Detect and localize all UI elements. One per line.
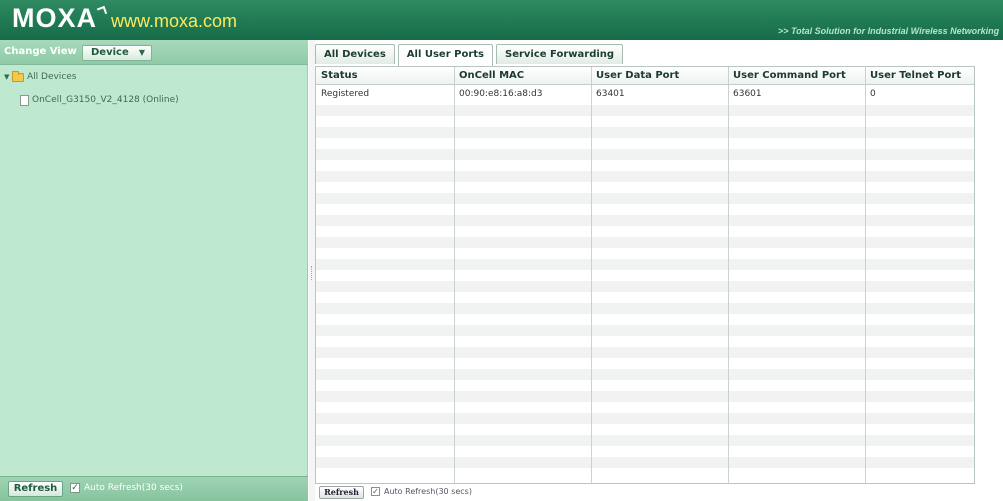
logo-text: MOXA [12,3,97,33]
tree-expand-icon[interactable]: ▼ [4,73,12,81]
row-stripe [316,435,974,446]
tree-item-device[interactable]: OnCell_G3150_V2_4128 (Online) [20,93,179,107]
column-header-user-telnet-port[interactable]: User Telnet Port [865,67,974,85]
change-view-bar: Change View Device ▼ [0,40,308,65]
row-stripe [316,413,974,424]
cell-oncell-mac: 00:90:e8:16:a8:d3 [459,89,543,99]
refresh-button[interactable]: Refresh [8,481,63,497]
tab-all-devices[interactable]: All Devices [315,44,395,64]
row-stripe [316,105,974,116]
grid-refresh-button[interactable]: Refresh [319,486,364,499]
cell-status: Registered [321,89,370,99]
column-divider [591,67,592,483]
cell-user-data-port: 63401 [596,89,625,99]
checkbox-checked-icon[interactable]: ✓ [371,487,380,496]
auto-refresh-toggle[interactable]: ✓ Auto Refresh(30 secs) [70,483,183,493]
grid-header: Status OnCell MAC User Data Port User Co… [316,67,974,85]
row-stripe [316,391,974,402]
column-header-oncell-mac[interactable]: OnCell MAC [454,67,591,85]
tab-bar: All Devices All User Ports Service Forwa… [315,44,626,66]
tab-all-user-ports[interactable]: All User Ports [397,44,493,66]
grid-auto-refresh-toggle[interactable]: ✓ Auto Refresh(30 secs) [371,487,472,496]
tab-service-forwarding[interactable]: Service Forwarding [496,44,624,64]
header-tagline: >> Total Solution for Industrial Wireles… [778,26,1000,36]
ports-grid: Status OnCell MAC User Data Port User Co… [315,66,975,484]
row-stripe [316,237,974,248]
row-stripe [316,149,974,160]
row-stripe [316,457,974,468]
column-divider [454,67,455,483]
row-stripe [316,347,974,358]
change-view-label: Change View [4,46,77,57]
row-stripe [316,171,974,182]
grid-auto-refresh-label: Auto Refresh(30 secs) [384,487,472,496]
checkbox-checked-icon[interactable]: ✓ [70,483,80,493]
cell-user-telnet-port: 0 [870,89,876,99]
tree-root-all-devices[interactable]: ▼ All Devices [4,70,77,84]
cell-user-command-port: 63601 [733,89,762,99]
view-select[interactable]: Device ▼ [82,45,152,61]
row-stripe [316,259,974,270]
tree-root-label: All Devices [27,72,77,82]
folder-icon [12,70,24,82]
header-banner: MOXA www.moxa.com >> Total Solution for … [0,0,1003,40]
moxa-logo: MOXA www.moxa.com [12,3,238,33]
left-panel: Change View Device ▼ ▼ All Devices OnCel… [0,40,308,501]
logo-url: www.moxa.com [111,11,238,31]
logo-swoosh-icon [96,5,108,17]
row-stripe [316,303,974,314]
row-stripe [316,281,974,292]
row-stripe [316,325,974,336]
row-stripe [316,369,974,380]
column-divider [865,67,866,483]
column-header-user-command-port[interactable]: User Command Port [728,67,865,85]
column-header-status[interactable]: Status [316,67,454,85]
row-stripe [316,193,974,204]
row-stripe [316,215,974,226]
view-select-value: Device [91,47,129,58]
left-footer-bar: Refresh ✓ Auto Refresh(30 secs) [0,476,308,501]
app-root: MOXA www.moxa.com >> Total Solution for … [0,0,1003,501]
column-divider [728,67,729,483]
file-icon [20,94,29,106]
splitter-grip-icon[interactable] [311,266,313,280]
chevron-down-icon: ▼ [138,48,145,57]
tree-item-label: OnCell_G3150_V2_4128 (Online) [32,95,179,105]
grid-footer-bar: Refresh ✓ Auto Refresh(30 secs) [315,484,975,501]
column-header-user-data-port[interactable]: User Data Port [591,67,728,85]
auto-refresh-label: Auto Refresh(30 secs) [84,483,183,493]
row-stripe [316,127,974,138]
